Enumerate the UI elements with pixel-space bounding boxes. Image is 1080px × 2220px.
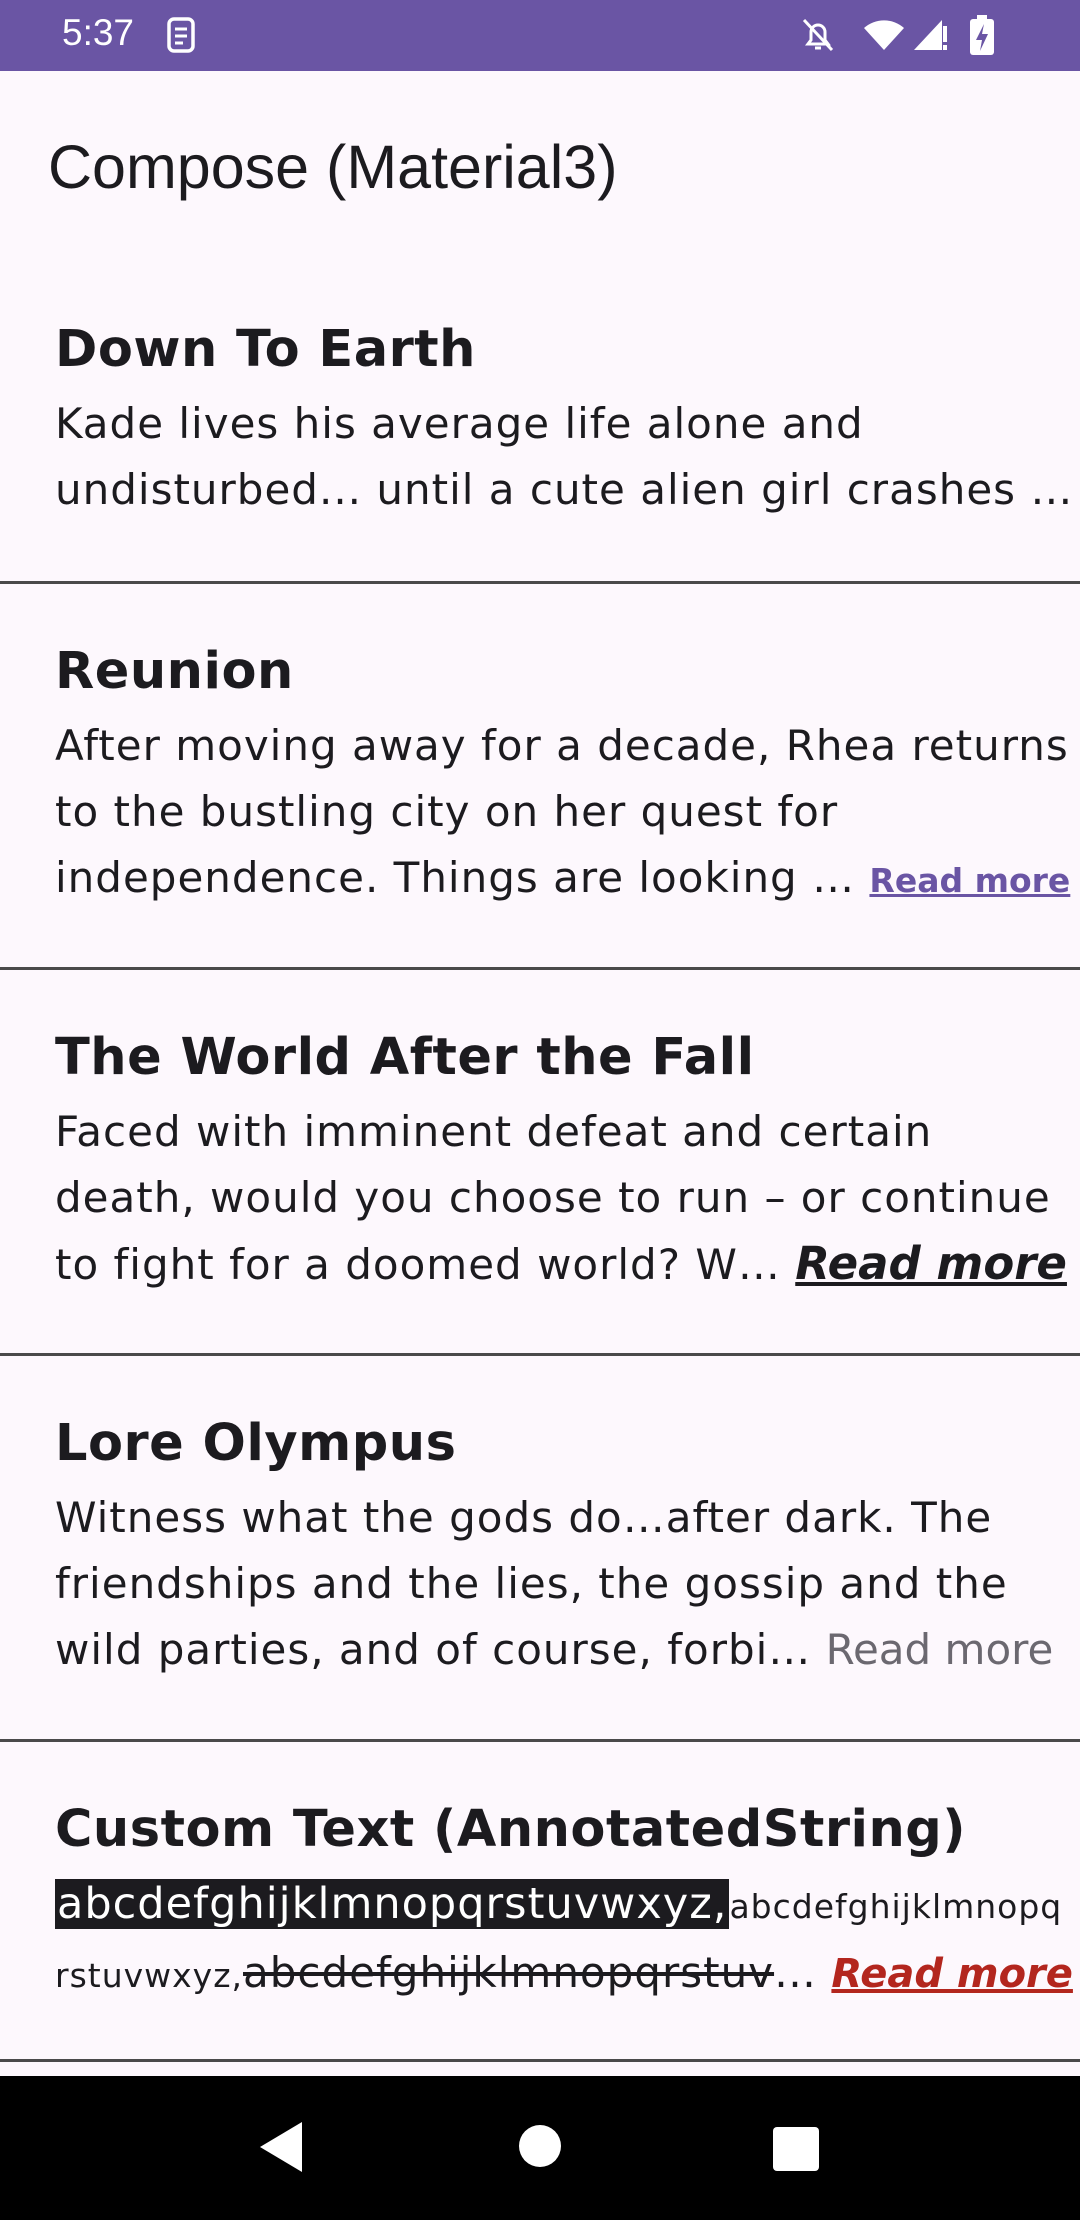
read-more-link[interactable]: Read more [826, 1625, 1054, 1674]
list-item[interactable]: Reunion After moving away for a decade, … [0, 584, 1080, 970]
item-description: After moving away for a decade, Rhea ret… [55, 721, 1071, 902]
sim-card-icon [166, 16, 196, 58]
wifi-icon [862, 18, 906, 56]
item-title: Reunion [55, 642, 294, 701]
signal-icon [912, 18, 948, 56]
list-item[interactable]: Lore Olympus Witness what the gods do…af… [0, 1356, 1080, 1742]
app-title: Compose (Material3) [48, 133, 618, 201]
battery-charging-icon [968, 14, 996, 60]
list-item[interactable]: The World After the Fall Faced with immi… [0, 970, 1080, 1356]
notifications-off-icon [800, 16, 836, 58]
highlighted-text: abcdefghijklmnopqrstuvwxyz, [55, 1879, 730, 1929]
strikethrough-text: abcdefghijklmnopqrstuv [243, 1948, 775, 1997]
read-more-link[interactable]: Read more [795, 1237, 1067, 1290]
item-title: Lore Olympus [55, 1414, 457, 1473]
status-bar: 5:37 [0, 0, 1080, 71]
item-title: The World After the Fall [55, 1028, 755, 1087]
read-more-link[interactable]: Read more [831, 1951, 1073, 1997]
item-title: Down To Earth [55, 320, 476, 379]
item-description: abcdefghijklmnopqrstuvwxyz, abcdefghijklm… [55, 1879, 1073, 1997]
list-item[interactable]: Custom Text (AnnotatedString) abcdefghij… [0, 1742, 1080, 2062]
back-icon[interactable] [256, 2120, 306, 2178]
read-more-link[interactable]: Read more [869, 861, 1070, 900]
item-description: Witness what the gods do…after dark. The… [55, 1493, 1054, 1674]
recents-icon[interactable] [772, 2126, 820, 2176]
item-title: Custom Text (AnnotatedString) [55, 1800, 967, 1859]
home-icon[interactable] [518, 2124, 562, 2172]
item-description: Kade lives his average life alone and un… [55, 399, 1074, 514]
navigation-bar [0, 2076, 1080, 2220]
item-description: Faced with imminent defeat and certain d… [55, 1107, 1067, 1290]
list-item[interactable]: Down To Earth Kade lives his average lif… [0, 262, 1080, 584]
status-time: 5:37 [62, 12, 135, 53]
book-list: Down To Earth Kade lives his average lif… [0, 262, 1080, 2062]
